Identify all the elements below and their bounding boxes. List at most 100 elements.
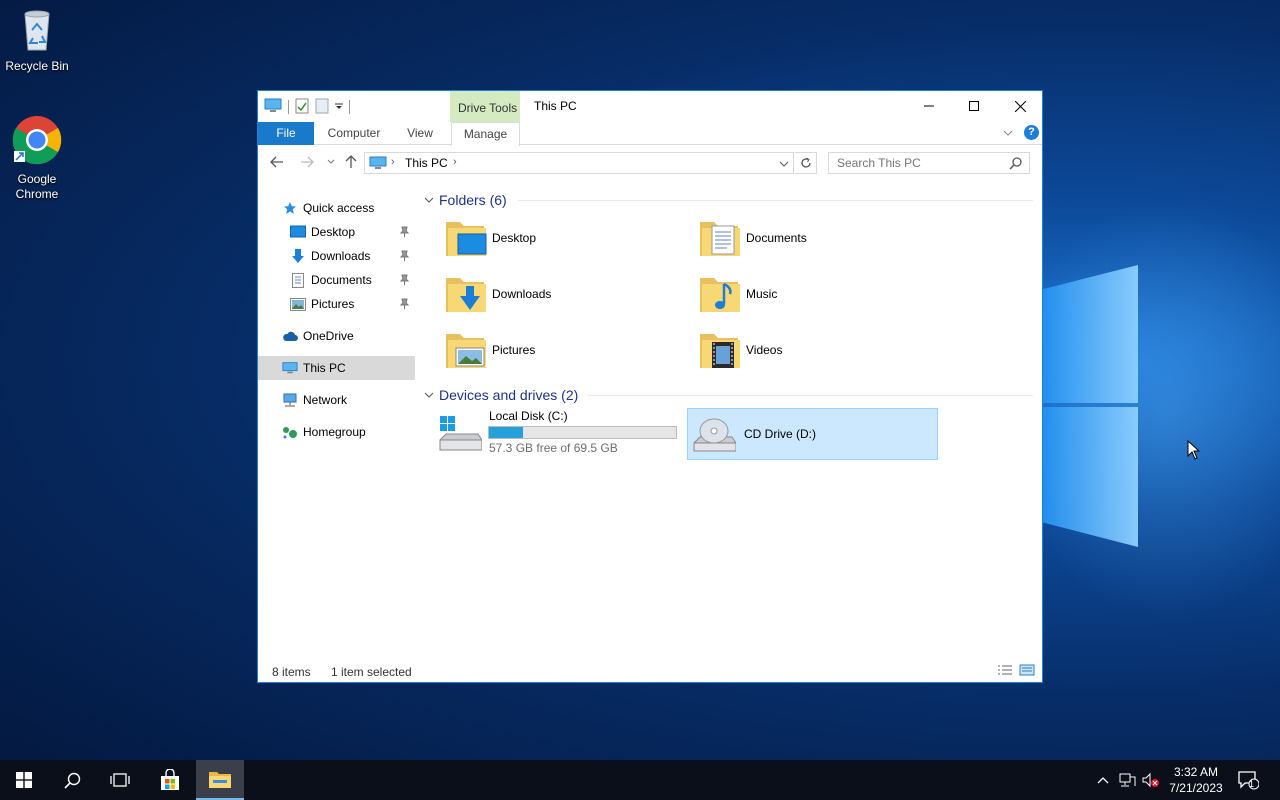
folder-tile-pictures[interactable]: Pictures [440, 326, 690, 378]
nav-item-label: Desktop [311, 225, 356, 239]
customize-qat-dropdown-icon[interactable] [335, 100, 343, 114]
pin-icon[interactable] [399, 274, 410, 288]
cd-drive-icon [693, 418, 736, 452]
nav-item-label: Network [303, 393, 348, 407]
up-button[interactable] [342, 154, 360, 170]
folder-tile-downloads[interactable]: Downloads [440, 270, 690, 322]
computer-icon[interactable] [264, 98, 282, 117]
navigation-pane: Quick access Desktop Downloads Documents… [258, 188, 415, 658]
task-view-button[interactable] [96, 760, 144, 800]
drive-tools-label: Drive Tools [458, 101, 518, 115]
nav-item-documents[interactable]: Documents [258, 268, 415, 292]
folder-tile-videos[interactable]: Videos [694, 326, 944, 378]
collapse-chevron-icon [424, 392, 434, 398]
chrome-icon [0, 115, 74, 169]
content-pane: Folders (6) Desktop Documents Downloads [418, 186, 1040, 656]
tab-file[interactable]: File [258, 122, 314, 145]
desktop-icon-google-chrome[interactable]: Google Chrome [0, 115, 74, 202]
desktop-folder-icon [446, 222, 487, 256]
desktop-icon-label-line1: Google [17, 172, 57, 186]
folder-name: Music [746, 287, 778, 301]
show-hidden-icons-button[interactable] [1094, 760, 1112, 800]
nav-item-homegroup[interactable]: Homegroup [258, 420, 415, 444]
taskbar-clock[interactable]: 3:32 AM 7/21/2023 [1160, 764, 1232, 796]
nav-item-desktop[interactable]: Desktop [258, 220, 415, 244]
volume-button[interactable] [1140, 760, 1162, 800]
folder-tile-music[interactable]: Music [694, 270, 944, 322]
drive-tile-local-disk-c[interactable]: Local Disk (C:) 57.3 GB free of 69.5 GB [436, 408, 682, 460]
group-header-label: Devices and drives (2) [439, 387, 579, 403]
network-icon [282, 392, 298, 408]
expand-ribbon-chevron-icon[interactable] [1003, 126, 1013, 140]
nav-item-network[interactable]: Network [258, 388, 415, 412]
drive-usage-bar [488, 426, 677, 439]
status-item-count: 8 items [272, 665, 311, 679]
back-button[interactable] [268, 154, 286, 170]
group-header-folders[interactable]: Folders (6) [424, 190, 507, 210]
tab-computer[interactable]: Computer [318, 122, 390, 145]
breadcrumb-chevron-icon[interactable]: › [391, 156, 395, 168]
taskbar-file-explorer-button[interactable] [196, 760, 244, 800]
pictures-folder-icon [446, 334, 486, 368]
drive-name: Local Disk (C:) [489, 409, 568, 423]
title-bar[interactable]: Drive Tools This PC [258, 91, 1043, 122]
nav-item-downloads[interactable]: Downloads [258, 244, 415, 268]
minimize-button[interactable] [906, 91, 952, 121]
search-button[interactable] [48, 760, 96, 800]
breadcrumb-this-pc[interactable]: This PC [405, 156, 448, 170]
notification-icon [1238, 771, 1259, 790]
recent-locations-button[interactable] [322, 154, 340, 170]
action-center-button[interactable]: 1 [1234, 760, 1262, 800]
desktop-icon-recycle-bin[interactable]: Recycle Bin [0, 8, 74, 74]
network-status-button[interactable] [1116, 760, 1138, 800]
task-view-icon [110, 773, 130, 787]
clock-date: 7/21/2023 [1169, 781, 1223, 795]
search-input[interactable] [829, 153, 999, 173]
nav-item-quick-access[interactable]: Quick access [258, 196, 415, 220]
file-explorer-window[interactable]: Drive Tools This PC File Computer View M… [257, 90, 1043, 683]
group-header-devices-and-drives[interactable]: Devices and drives (2) [424, 385, 578, 405]
download-arrow-icon [290, 248, 306, 264]
recycle-bin-icon [0, 8, 74, 56]
folder-tile-desktop[interactable]: Desktop [440, 214, 690, 266]
tab-manage[interactable]: Manage [451, 122, 520, 146]
pin-icon[interactable] [399, 298, 410, 312]
forward-button[interactable] [298, 154, 316, 170]
notification-count-badge: 1 [1249, 779, 1255, 789]
address-history-dropdown-icon[interactable] [779, 157, 789, 171]
maximize-button[interactable] [951, 91, 997, 121]
close-button[interactable] [997, 91, 1043, 121]
search-box[interactable] [828, 152, 1030, 174]
drive-tile-cd-drive-d[interactable]: CD Drive (D:) [687, 408, 938, 460]
start-button[interactable] [0, 760, 48, 800]
nav-item-pictures[interactable]: Pictures [258, 292, 415, 316]
nav-item-label: This PC [303, 361, 346, 375]
address-bar[interactable]: › This PC › [364, 152, 794, 174]
homegroup-icon [282, 424, 298, 440]
breadcrumb-chevron-icon[interactable]: › [453, 156, 457, 168]
group-divider [588, 395, 1033, 396]
volume-muted-icon [1142, 772, 1159, 788]
taskbar-store-button[interactable] [146, 760, 194, 800]
desktop-icon-label: Recycle Bin [5, 59, 69, 73]
details-view-icon[interactable] [997, 664, 1013, 679]
nav-item-onedrive[interactable]: OneDrive [258, 324, 415, 348]
back-arrow-icon [270, 156, 283, 168]
pin-icon[interactable] [399, 250, 410, 264]
folder-tile-documents[interactable]: Documents [694, 214, 944, 266]
nav-item-label: Pictures [311, 297, 355, 311]
folder-name: Pictures [492, 343, 536, 357]
taskbar: 3:32 AM 7/21/2023 1 [0, 760, 1280, 800]
new-folder-icon[interactable] [315, 98, 329, 117]
folder-name: Videos [746, 343, 783, 357]
properties-icon[interactable] [295, 98, 309, 117]
large-icons-view-icon[interactable] [1019, 664, 1035, 679]
help-icon[interactable]: ? [1024, 125, 1039, 140]
refresh-button[interactable] [795, 152, 817, 174]
drive-usage-fill [489, 427, 523, 438]
network-icon [1119, 773, 1136, 787]
pin-icon[interactable] [399, 226, 410, 240]
nav-item-this-pc[interactable]: This PC [258, 356, 415, 380]
tab-view[interactable]: View [398, 122, 442, 145]
nav-item-label: Downloads [311, 249, 371, 263]
